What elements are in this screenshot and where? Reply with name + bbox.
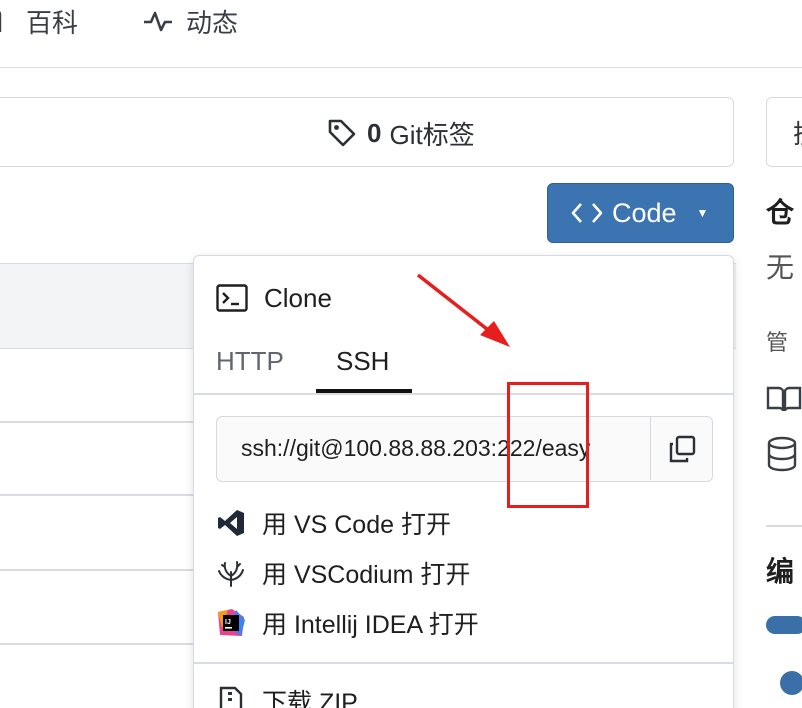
tab-http[interactable]: HTTP — [216, 346, 284, 377]
terminal-icon — [216, 284, 248, 312]
nav-wiki[interactable]: 百科 — [0, 4, 78, 38]
list-divider — [0, 643, 200, 645]
right-search-box[interactable]: 搜 — [766, 97, 802, 167]
repo-heading: 仓 — [766, 197, 795, 228]
right-search-fragment: 搜 — [793, 114, 802, 151]
code-button-label: Code — [612, 197, 677, 228]
vscodium-icon — [216, 558, 246, 588]
tag-label: Git标签 — [389, 119, 475, 150]
code-button[interactable]: Code ▼ — [547, 183, 734, 243]
clone-title: Clone — [216, 280, 332, 316]
git-tags-link[interactable]: 0 Git标签 — [327, 115, 475, 151]
download-zip-label: 下载 ZIP — [262, 689, 358, 708]
list-divider — [0, 421, 200, 423]
nav-wiki-label: 百科 — [26, 7, 79, 38]
nav-activity[interactable]: 动态 — [142, 4, 238, 38]
clone-url-input[interactable] — [217, 417, 651, 480]
tab-ssh[interactable]: SSH — [336, 346, 389, 377]
top-nav: 百科 动态 — [0, 0, 802, 68]
vscode-icon — [216, 508, 246, 538]
svg-text:IJ: IJ — [225, 619, 231, 626]
clone-title-label: Clone — [264, 282, 332, 313]
tabs-divider — [194, 393, 733, 395]
chevron-down-icon: ▼ — [696, 206, 709, 220]
zip-file-icon — [216, 686, 246, 708]
database-icon — [767, 436, 797, 472]
download-zip[interactable]: 下载 ZIP — [216, 684, 358, 708]
clone-dropdown: Clone HTTP SSH 用 VS Code 打开 用 VSCodium 打… — [193, 255, 734, 708]
list-divider — [0, 494, 200, 496]
clone-url-box — [216, 416, 713, 482]
open-intellij[interactable]: IJ 用 Intellij IDEA 打开 — [216, 606, 479, 640]
copy-icon — [669, 435, 695, 462]
open-vscodium[interactable]: 用 VSCodium 打开 — [216, 556, 470, 590]
book-icon — [0, 11, 2, 32]
tag-count: 0 — [367, 117, 382, 148]
language-heading: 编 — [766, 556, 795, 587]
intellij-icon: IJ — [216, 608, 246, 638]
right-divider — [766, 525, 802, 527]
open-vscodium-label: 用 VSCodium 打开 — [262, 561, 471, 589]
language-dot — [780, 671, 802, 695]
open-intellij-label: 用 Intellij IDEA 打开 — [262, 611, 479, 639]
manage-label: 管 — [766, 330, 789, 355]
repo-description: 无 — [766, 252, 795, 283]
book-icon — [766, 386, 802, 412]
tag-icon — [328, 119, 356, 147]
copy-button[interactable] — [651, 417, 712, 480]
nav-activity-label: 动态 — [186, 7, 239, 38]
open-vscode-label: 用 VS Code 打开 — [262, 511, 451, 539]
open-vscode[interactable]: 用 VS Code 打开 — [216, 506, 451, 540]
language-bar — [766, 616, 802, 634]
code-icon — [571, 203, 603, 223]
pulse-icon — [144, 11, 172, 32]
dropdown-divider — [194, 662, 733, 664]
list-divider — [0, 569, 200, 571]
